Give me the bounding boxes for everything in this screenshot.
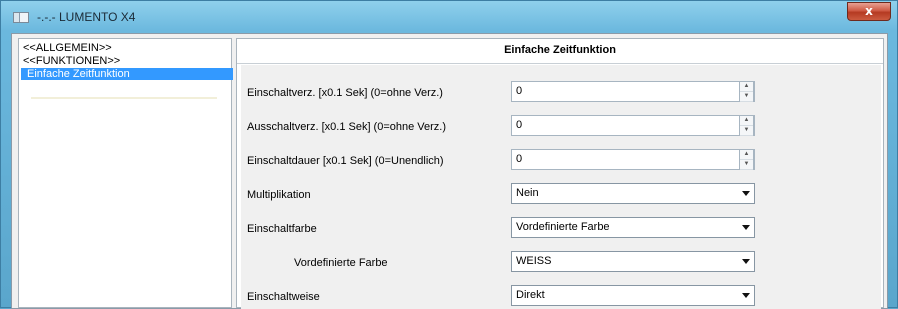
spin-up-icon[interactable]: ▲	[740, 150, 753, 160]
close-button[interactable]: x	[847, 2, 891, 21]
einschaltfarbe-label: Einschaltfarbe	[247, 223, 317, 235]
multiplikation-value: Nein	[516, 187, 539, 199]
chevron-down-icon[interactable]	[742, 225, 750, 230]
multiplikation-label: Multiplikation	[247, 189, 311, 201]
vordefinierte-farbe-value: WEISS	[516, 255, 552, 267]
spin-down-icon[interactable]: ▼	[740, 92, 753, 102]
einschaltdauer-label: Einschaltdauer [x0.1 Sek] (0=Unendlich)	[247, 155, 444, 167]
einschaltfarbe-select[interactable]: Vordefinierte Farbe	[511, 217, 755, 238]
window-app-icon	[13, 12, 29, 23]
ausschaltverz-input[interactable]: 0	[511, 115, 755, 136]
spin-up-icon[interactable]: ▲	[740, 82, 753, 92]
einschaltweise-select[interactable]: Direkt	[511, 285, 755, 306]
einschaltdauer-input[interactable]: 0	[511, 149, 755, 170]
multiplikation-select[interactable]: Nein	[511, 183, 755, 204]
ausschaltverz-spinner[interactable]: ▲ ▼	[739, 115, 754, 136]
tree-item-allgemein[interactable]: <<ALLGEMEIN>>	[21, 42, 114, 54]
spin-down-icon[interactable]: ▼	[740, 160, 753, 170]
einschaltfarbe-value: Vordefinierte Farbe	[516, 221, 610, 233]
einschaltverz-label: Einschaltverz. [x0.1 Sek] (0=ohne Verz.)	[247, 87, 443, 99]
einschaltweise-label: Einschaltweise	[247, 291, 320, 303]
tree-item-funktionen[interactable]: <<FUNKTIONEN>>	[21, 55, 122, 67]
spin-up-icon[interactable]: ▲	[740, 116, 753, 126]
vordefinierte-farbe-select[interactable]: WEISS	[511, 251, 755, 272]
einschaltdauer-spinner[interactable]: ▲ ▼	[739, 149, 754, 170]
parameter-form: Einschaltverz. [x0.1 Sek] (0=ohne Verz.)…	[241, 65, 881, 309]
einschaltverz-spinner[interactable]: ▲ ▼	[739, 81, 754, 102]
tree-divider	[31, 97, 217, 99]
parameter-panel: Einfache Zeitfunktion Einschaltverz. [x0…	[236, 38, 884, 309]
ausschaltverz-label: Ausschaltverz. [x0.1 Sek] (0=ohne Verz.)	[247, 121, 447, 133]
tree-item-einfache-zeitfunktion[interactable]: Einfache Zeitfunktion	[21, 68, 233, 80]
einschaltverz-input[interactable]: 0	[511, 81, 755, 102]
window-title: -.-.- LUMENTO X4	[37, 10, 136, 24]
spin-down-icon[interactable]: ▼	[740, 126, 753, 136]
vordefinierte-farbe-label: Vordefinierte Farbe	[294, 257, 388, 269]
function-tree: <<ALLGEMEIN>> <<FUNKTIONEN>> Einfache Ze…	[18, 38, 233, 308]
title-bar[interactable]: -.-.- LUMENTO X4 x	[1, 1, 897, 33]
chevron-down-icon[interactable]	[742, 293, 750, 298]
panel-title: Einfache Zeitfunktion	[237, 39, 883, 64]
einschaltweise-value: Direkt	[516, 289, 545, 301]
chevron-down-icon[interactable]	[742, 191, 750, 196]
chevron-down-icon[interactable]	[742, 259, 750, 264]
